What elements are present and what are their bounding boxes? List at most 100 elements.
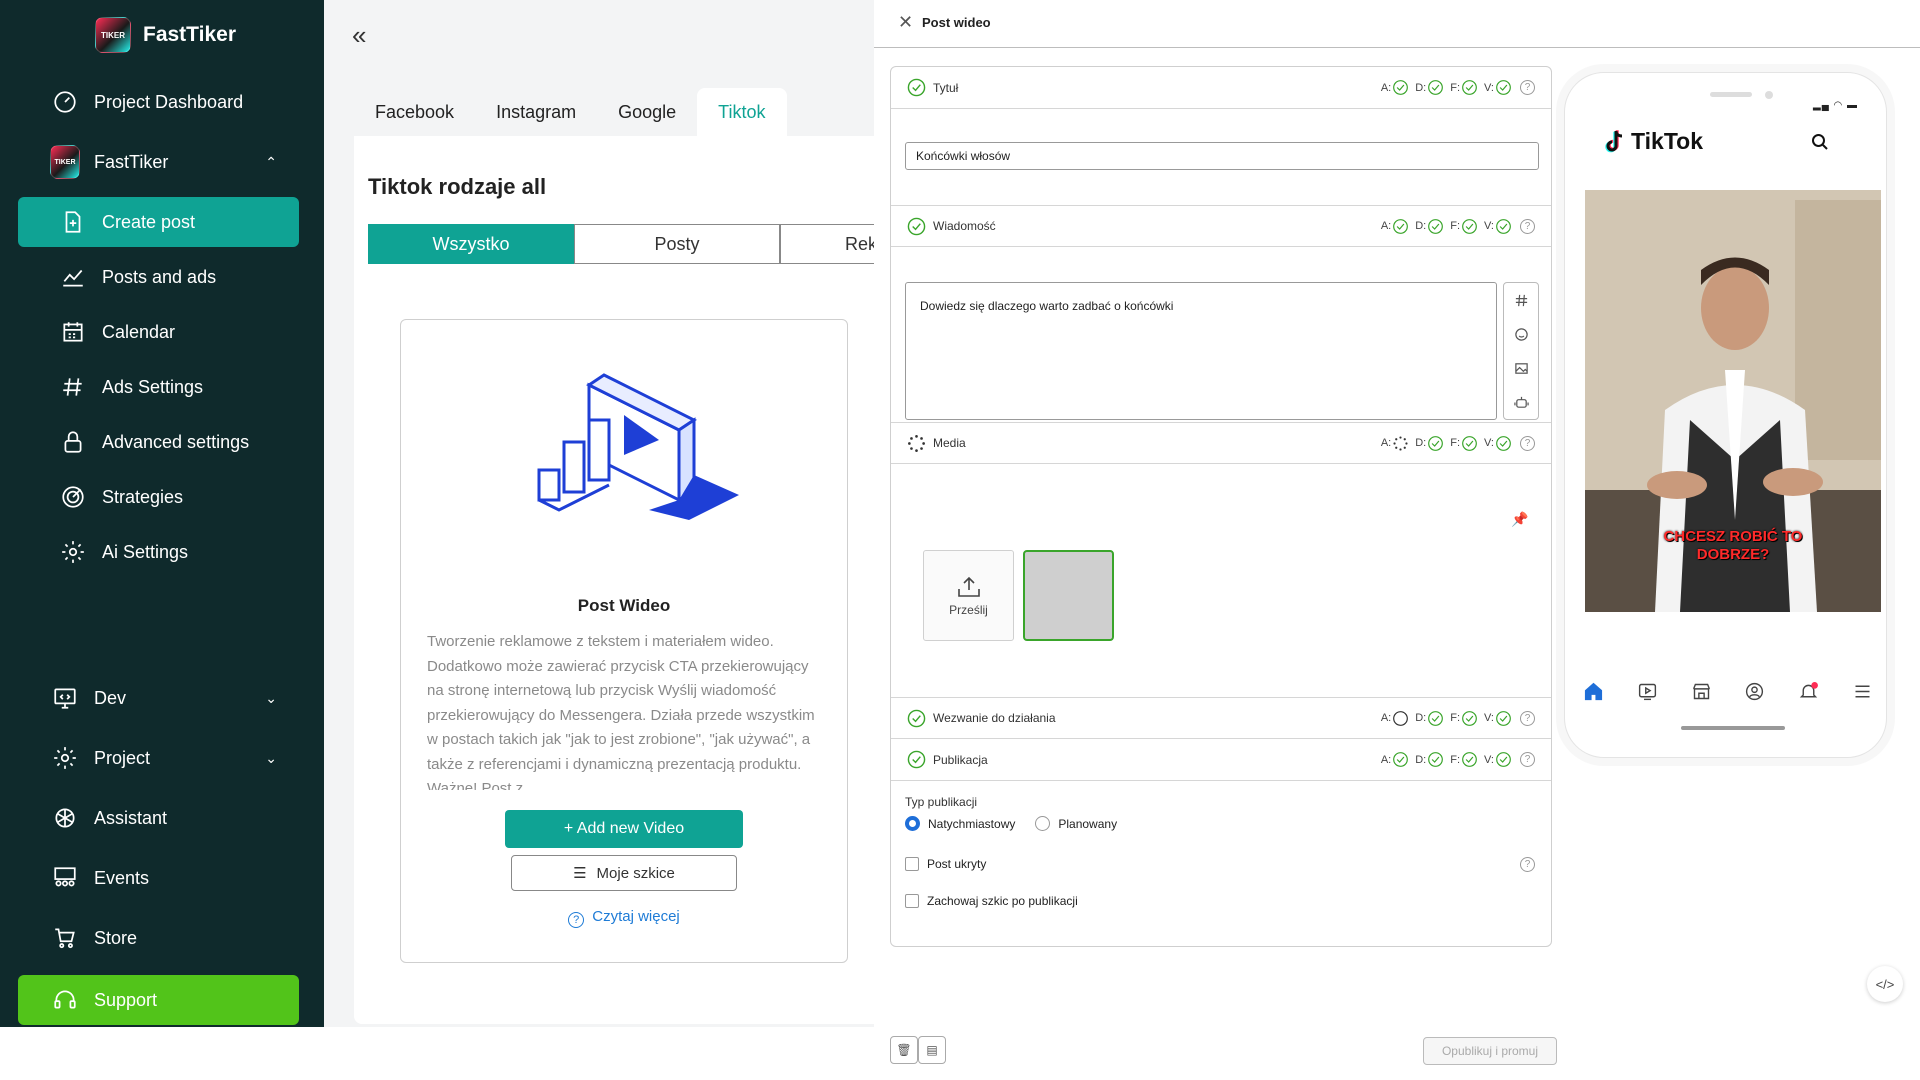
flag-letter: F: xyxy=(1450,437,1460,449)
sidebar-item-dev[interactable]: Dev ⌄ xyxy=(18,673,299,723)
media-thumbnail[interactable] xyxy=(1023,550,1114,641)
video-icon[interactable] xyxy=(1637,681,1658,702)
groups-icon[interactable] xyxy=(1744,681,1765,702)
calendar-icon xyxy=(58,317,88,347)
tiktok-app-name: TikTok xyxy=(1631,128,1703,154)
segment-posty[interactable]: Posty xyxy=(574,224,780,264)
publish-and-promote-button[interactable]: Opublikuj i promuj xyxy=(1423,1037,1557,1065)
section-media-header[interactable]: Media A: D: F: V: ? xyxy=(891,422,1551,464)
help-icon[interactable]: ? xyxy=(1520,80,1535,95)
check-circle-icon xyxy=(1496,710,1511,726)
flag-a: A: xyxy=(1381,79,1409,96)
draft-list-icon[interactable]: ▤ xyxy=(918,1036,946,1064)
sidebar-item-store[interactable]: Store xyxy=(18,913,299,963)
sidebar-item-ai-settings[interactable]: Ai Settings xyxy=(18,527,299,577)
radio-scheduled[interactable] xyxy=(1035,816,1051,831)
help-icon[interactable]: ? xyxy=(1520,857,1535,872)
flag-a: A: xyxy=(1381,435,1409,452)
list-icon: ☰ xyxy=(573,865,587,882)
radio-immediate-label: Natychmiastowy xyxy=(928,816,1016,831)
sidebar-item-support[interactable]: Support xyxy=(18,975,299,1025)
sidebar-item-label: Store xyxy=(94,927,138,948)
sidebar-item-ads-settings[interactable]: Ads Settings xyxy=(18,362,299,412)
post-video-card[interactable]: Post Wideo Tworzenie reklamowe z tekstem… xyxy=(400,319,848,963)
brand[interactable]: TIKER FastTiker xyxy=(95,17,236,53)
sidebar-item-create-post[interactable]: Create post xyxy=(18,197,299,247)
help-icon[interactable]: ? xyxy=(1520,752,1535,767)
help-icon[interactable]: ? xyxy=(1520,435,1535,451)
lock-icon xyxy=(58,427,88,457)
flag-f: F: xyxy=(1450,710,1478,727)
help-icon[interactable]: ? xyxy=(1520,710,1535,726)
sidebar-item-strategies[interactable]: Strategies xyxy=(18,472,299,522)
keep-draft-checkbox[interactable] xyxy=(905,894,919,908)
chevron-down-icon[interactable]: ⌄ xyxy=(265,690,277,707)
code-view-icon[interactable]: </> xyxy=(1867,966,1903,1002)
message-toolbar xyxy=(1503,282,1539,420)
chevron-up-icon[interactable]: ⌃ xyxy=(265,154,277,171)
monitor-code-icon xyxy=(50,683,80,713)
close-icon[interactable]: ✕ xyxy=(898,12,913,33)
collapse-sidebar-icon[interactable]: « xyxy=(352,20,366,51)
menu-icon[interactable] xyxy=(1852,681,1873,702)
tab-facebook[interactable]: Facebook xyxy=(354,88,475,136)
post-form: Tytuł A: D: F: V: ? Końcówki włosów Wiad… xyxy=(890,66,1552,947)
check-circle-icon xyxy=(1496,752,1511,767)
radio-immediate[interactable] xyxy=(905,816,920,831)
platform-tabs: Facebook Instagram Google Tiktok xyxy=(354,88,787,136)
upload-button[interactable]: Prześlij xyxy=(923,550,1014,641)
chart-line-icon xyxy=(58,262,88,292)
section-cta-header[interactable]: Wezwanie do działania A: D: F: V: ? xyxy=(891,697,1551,739)
video-preview[interactable]: CHCESZ ROBIĆ TO DOBRZE? xyxy=(1585,190,1881,612)
trash-icon[interactable]: 🗑 xyxy=(890,1036,918,1064)
tab-tiktok[interactable]: Tiktok xyxy=(697,88,787,136)
publication-type-label: Typ publikacji xyxy=(905,795,978,809)
tab-instagram[interactable]: Instagram xyxy=(475,88,597,136)
sidebar-item-advanced-settings[interactable]: Advanced settings xyxy=(18,417,299,467)
read-more-link[interactable]: ? Czytaj więcej xyxy=(401,908,847,928)
section-label: Tytuł xyxy=(933,80,959,95)
home-icon[interactable] xyxy=(1583,681,1604,702)
message-textarea[interactable]: Dowiedz się dlaczego warto zadbać o końc… xyxy=(905,282,1497,420)
pin-icon[interactable]: 📌 xyxy=(1511,511,1528,528)
add-new-video-button[interactable]: + Add new Video xyxy=(505,810,743,848)
sidebar-item-label: Project Dashboard xyxy=(94,91,244,112)
segment-reklamy[interactable]: Rek xyxy=(780,224,874,264)
section-publication-header[interactable]: Publikacja A: D: F: V: ? xyxy=(891,739,1551,781)
fasttiker-logo-text: TIKER xyxy=(50,145,80,179)
section-title-header[interactable]: Tytuł A: D: F: V: ? xyxy=(891,67,1551,109)
emoji-icon[interactable] xyxy=(1514,327,1529,342)
sidebar: TIKER FastTiker Project Dashboard TIKER … xyxy=(0,0,324,1027)
my-drafts-button[interactable]: ☰ Moje szkice xyxy=(511,855,737,891)
sidebar-item-calendar[interactable]: Calendar xyxy=(18,307,299,357)
sidebar-item-assistant[interactable]: Assistant xyxy=(18,793,299,843)
sidebar-item-project-dashboard[interactable]: Project Dashboard xyxy=(18,77,299,127)
sidebar-item-fasttiker[interactable]: TIKER FastTiker ⌃ xyxy=(18,137,299,187)
chevron-down-icon[interactable]: ⌄ xyxy=(265,750,277,767)
help-icon[interactable]: ? xyxy=(1520,218,1535,234)
notifications-bell-icon[interactable] xyxy=(1798,681,1819,702)
section-flags: A: D: F: V: ? xyxy=(1378,751,1535,768)
search-icon[interactable] xyxy=(1811,133,1829,156)
sidebar-item-posts-and-ads[interactable]: Posts and ads xyxy=(18,252,299,302)
robot-icon[interactable] xyxy=(1513,395,1529,410)
headset-icon xyxy=(50,985,80,1015)
flag-f: F: xyxy=(1450,218,1478,235)
store-icon[interactable] xyxy=(1691,681,1712,702)
section-message-header[interactable]: Wiadomość A: D: F: V: ? xyxy=(891,205,1551,247)
title-input[interactable]: Końcówki włosów xyxy=(905,142,1539,170)
video-caption: CHCESZ ROBIĆ TO DOBRZE? xyxy=(1585,528,1881,564)
flag-letter: F: xyxy=(1450,753,1460,766)
hidden-post-checkbox[interactable] xyxy=(905,857,919,871)
sidebar-item-label: Create post xyxy=(102,211,196,232)
image-icon[interactable] xyxy=(1514,361,1529,376)
segment-wszystko[interactable]: Wszystko xyxy=(368,224,574,264)
hashtag-icon[interactable] xyxy=(1514,293,1529,308)
phone-bottom-nav xyxy=(1583,681,1873,702)
sidebar-item-label: Calendar xyxy=(102,321,176,342)
tab-google[interactable]: Google xyxy=(597,88,697,136)
sidebar-item-project[interactable]: Project ⌄ xyxy=(18,733,299,783)
notch-camera xyxy=(1765,91,1773,99)
sidebar-item-events[interactable]: Events xyxy=(18,853,299,903)
flag-letter: F: xyxy=(1450,220,1460,232)
